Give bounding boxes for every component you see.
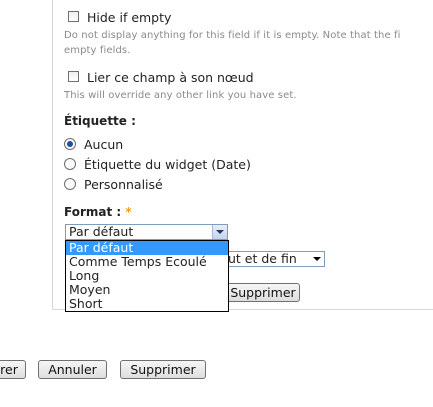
chevron-down-icon[interactable] (212, 225, 227, 239)
dropdown-option[interactable]: Moyen (66, 283, 228, 297)
label-custom-radio[interactable] (64, 178, 76, 190)
hide-if-empty-description: Do not display anything for this field i… (64, 30, 401, 41)
format-heading: Format : * (64, 205, 132, 219)
dropdown-option[interactable]: Par défaut (66, 241, 228, 255)
hide-if-empty-checkbox[interactable] (68, 11, 79, 22)
format-select-value: Par défaut (69, 224, 134, 239)
format-dropdown-list[interactable]: Par défaut Comme Temps Ecoulé Long Moyen… (65, 240, 229, 312)
required-marker: * (125, 205, 132, 219)
hide-if-empty-label: Hide if empty (87, 10, 172, 25)
link-to-node-description: This will override any other link you ha… (64, 90, 297, 101)
dropdown-option[interactable]: Comme Temps Ecoulé (66, 255, 228, 269)
save-button[interactable]: rer (0, 360, 26, 379)
label-none-text: Aucun (84, 137, 124, 152)
dropdown-option[interactable]: Short (66, 297, 228, 311)
secondary-select-value: ut et de fin (228, 251, 297, 266)
format-select[interactable]: Par défaut (65, 224, 228, 240)
link-to-node-checkbox[interactable] (68, 71, 79, 82)
label-heading: Étiquette : (64, 114, 136, 128)
chevron-down-icon[interactable] (310, 252, 324, 266)
format-heading-text: Format : (64, 205, 122, 219)
link-to-node-label: Lier ce champ à son nœud (87, 70, 254, 85)
panel-delete-button[interactable]: Supprimer (226, 283, 300, 302)
label-none-radio[interactable] (64, 138, 76, 150)
dropdown-option[interactable]: Long (66, 269, 228, 283)
secondary-select[interactable]: ut et de fin (224, 251, 325, 267)
hide-if-empty-description-cont: empty fields. (64, 45, 131, 56)
label-widget-radio[interactable] (64, 158, 76, 170)
label-widget-text: Étiquette du widget (Date) (84, 157, 251, 172)
cancel-button[interactable]: Annuler (38, 360, 107, 379)
label-custom-text: Personnalisé (84, 177, 163, 192)
delete-button[interactable]: Supprimer (120, 360, 206, 379)
